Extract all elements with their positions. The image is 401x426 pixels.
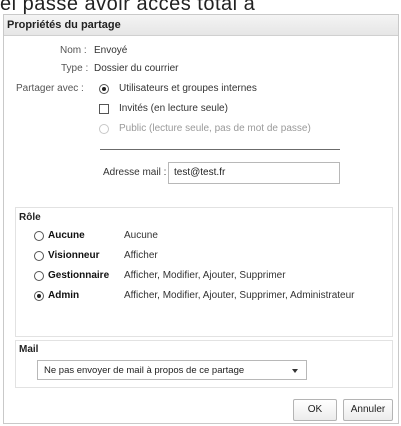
type-label: Type : (61, 63, 89, 74)
type-value: Dossier du courrier (94, 63, 179, 74)
cancel-button[interactable]: Annuler (343, 399, 393, 421)
role-aucune-radio[interactable] (34, 231, 44, 241)
screen: el passe avoir acces total à Propriétés … (0, 0, 401, 426)
role-admin-desc: Afficher, Modifier, Ajouter, Supprimer, … (124, 290, 355, 301)
mail-option-value: Ne pas envoyer de mail à propos de ce pa… (44, 365, 245, 376)
dialog-title: Propriétés du partage (4, 15, 398, 36)
role-section-title: Rôle (19, 212, 41, 223)
ok-button[interactable]: OK (293, 399, 337, 421)
role-gestionnaire-name[interactable]: Gestionnaire (48, 270, 109, 281)
email-label: Adresse mail : (103, 167, 167, 178)
role-gestionnaire-radio[interactable] (34, 271, 44, 281)
name-value: Envoyé (94, 45, 128, 56)
share-guests-label[interactable]: Invités (en lecture seule) (119, 103, 228, 114)
role-admin-radio[interactable] (34, 291, 44, 301)
share-properties-dialog: Propriétés du partage Nom : Envoyé Type … (3, 14, 399, 424)
share-guests-checkbox[interactable] (99, 104, 109, 114)
separator-line (100, 149, 340, 150)
dropdown-arrow-icon (292, 369, 298, 373)
role-aucune-desc: Aucune (124, 230, 158, 241)
background-page-text: el passe avoir acces total à (0, 0, 256, 14)
role-gestionnaire-desc: Afficher, Modifier, Ajouter, Supprimer (124, 270, 286, 281)
share-internal-radio[interactable] (99, 84, 109, 94)
mail-option-select[interactable]: Ne pas envoyer de mail à propos de ce pa… (37, 360, 307, 380)
role-admin-name[interactable]: Admin (48, 290, 79, 301)
role-visionneur-desc: Afficher (124, 250, 158, 261)
mail-section-title: Mail (19, 344, 39, 355)
share-public-label: Public (lecture seule, pas de mot de pas… (119, 123, 311, 134)
name-label: Nom : (60, 45, 87, 56)
share-with-label: Partager avec : (16, 83, 84, 94)
share-internal-label[interactable]: Utilisateurs et groupes internes (119, 83, 257, 94)
email-input[interactable]: test@test.fr (168, 162, 340, 184)
role-visionneur-name[interactable]: Visionneur (48, 250, 100, 261)
role-visionneur-radio[interactable] (34, 251, 44, 261)
share-public-radio (99, 124, 109, 134)
role-aucune-name[interactable]: Aucune (48, 230, 85, 241)
